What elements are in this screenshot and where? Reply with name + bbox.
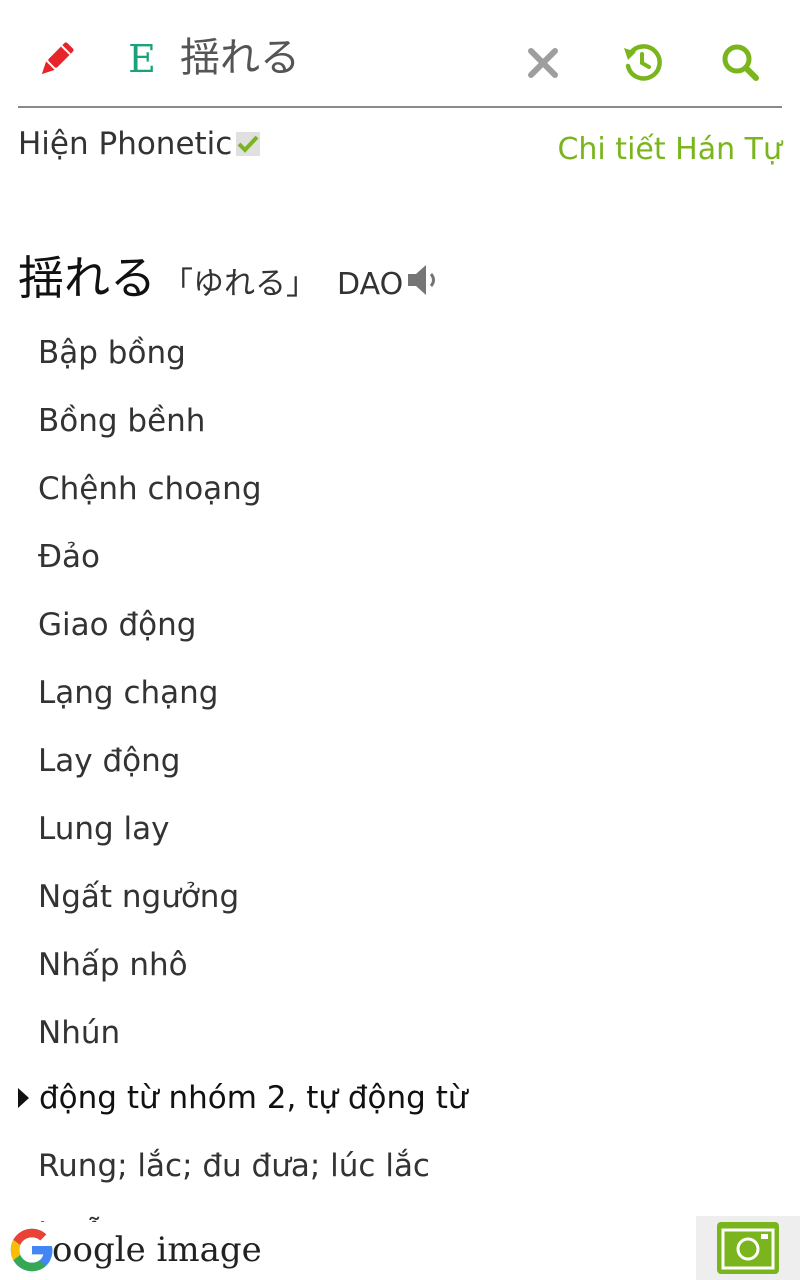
- toolbar-divider: [18, 106, 782, 108]
- language-toggle-button[interactable]: E: [122, 34, 162, 84]
- pencil-icon[interactable]: [30, 36, 82, 84]
- phonetic-label: Hiện Phonetic: [18, 126, 233, 162]
- entry-reading: 「ゆれる」: [162, 266, 317, 302]
- meaning-item[interactable]: Lung lay: [38, 806, 778, 874]
- meaning-item[interactable]: Giao động: [38, 602, 778, 670]
- clear-icon[interactable]: [520, 40, 566, 86]
- entry-han-viet: DAO: [337, 267, 404, 302]
- search-icon[interactable]: [714, 36, 766, 88]
- meaning-list: Bập bồng Bồng bềnh Chệnh choạng Đảo Giao…: [38, 330, 778, 1078]
- meaning-item[interactable]: Bập bồng: [38, 330, 778, 398]
- kanji-detail-link[interactable]: Chi tiết Hán Tự: [557, 130, 782, 170]
- top-toolbar: E 揺れる: [0, 0, 800, 108]
- meaning-item[interactable]: Bồng bềnh: [38, 398, 778, 466]
- meaning-item[interactable]: Lay động: [38, 738, 778, 806]
- speaker-icon[interactable]: [404, 260, 444, 300]
- search-input[interactable]: 揺れる: [180, 32, 300, 84]
- meaning-item[interactable]: Nhấp nhô: [38, 942, 778, 1010]
- meaning-item[interactable]: Nhún: [38, 1010, 778, 1078]
- phonetic-checkbox[interactable]: [236, 132, 260, 156]
- history-icon[interactable]: [616, 36, 668, 88]
- camera-button[interactable]: [696, 1216, 800, 1280]
- entry-header: 揺れる 「ゆれる」 DAO: [18, 248, 403, 308]
- checkmark-icon: [237, 135, 259, 153]
- sub-meaning-item[interactable]: Rung; lắc; đu đưa; lúc lắc: [38, 1144, 430, 1188]
- google-image-label: oogle image: [52, 1230, 262, 1270]
- entry-word: 揺れる: [18, 251, 156, 305]
- meaning-item[interactable]: Lạng chạng: [38, 670, 778, 738]
- triangle-right-icon: [18, 1088, 29, 1108]
- part-of-speech-label: động từ nhóm 2, tự động từ: [39, 1080, 468, 1116]
- camera-icon: [717, 1222, 779, 1274]
- google-g-icon: [10, 1228, 53, 1272]
- meaning-item[interactable]: Đảo: [38, 534, 778, 602]
- meaning-item[interactable]: Chệnh choạng: [38, 466, 778, 534]
- part-of-speech-row[interactable]: động từ nhóm 2, tự động từ: [18, 1076, 468, 1120]
- google-image-button[interactable]: oogle image: [8, 1222, 262, 1278]
- meaning-item[interactable]: Ngất ngưởng: [38, 874, 778, 942]
